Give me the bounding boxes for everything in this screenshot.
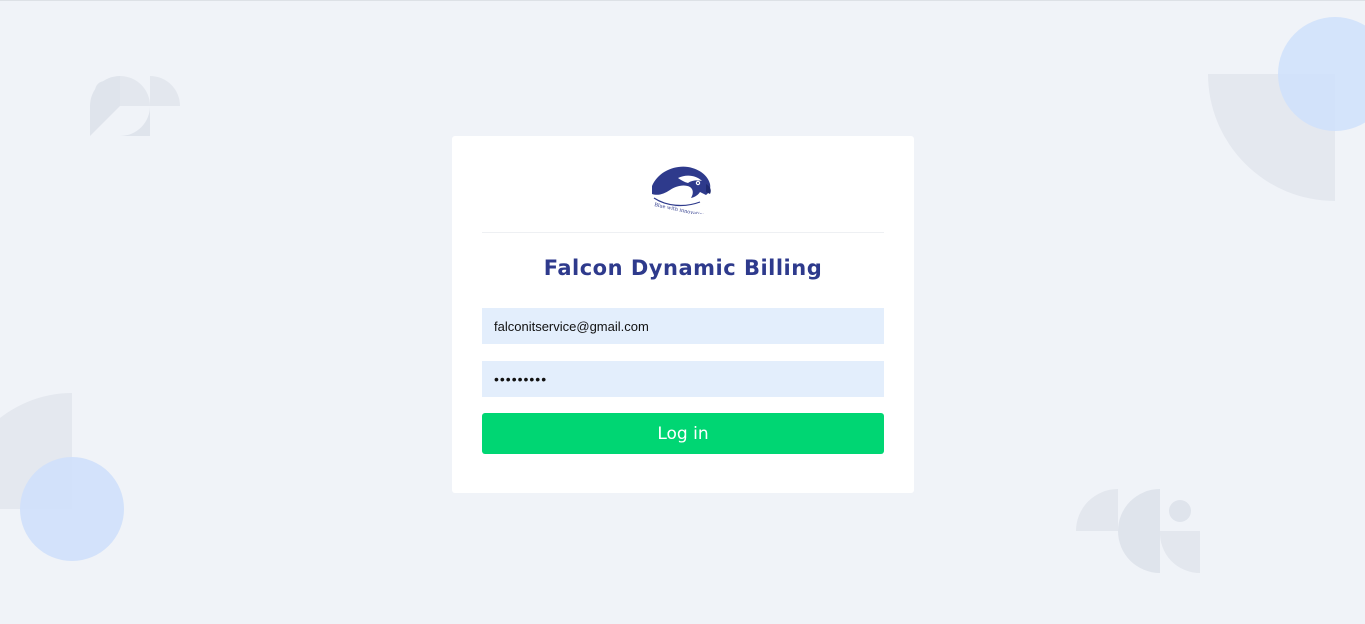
decor-bottom-right: [1076, 489, 1200, 573]
divider: [482, 232, 884, 233]
logo-tagline: Blue with innovation: [654, 202, 707, 214]
email-field[interactable]: falconitservice@gmail.com: [482, 308, 884, 344]
decor-bottom-left: [0, 393, 124, 561]
falcon-logo-icon: Blue with innovation: [652, 166, 711, 214]
login-card: Blue with innovation Falcon Dynamic Bill…: [452, 136, 914, 493]
login-button[interactable]: Log in: [482, 413, 884, 454]
decor-top-right: [1208, 17, 1365, 201]
decor-top-left: [90, 76, 180, 136]
page-title: Falcon Dynamic Billing: [543, 256, 823, 280]
login-page: Blue with innovation Falcon Dynamic Bill…: [0, 0, 1365, 624]
logo: Blue with innovation: [452, 162, 914, 214]
password-field[interactable]: •••••••••: [482, 361, 884, 397]
